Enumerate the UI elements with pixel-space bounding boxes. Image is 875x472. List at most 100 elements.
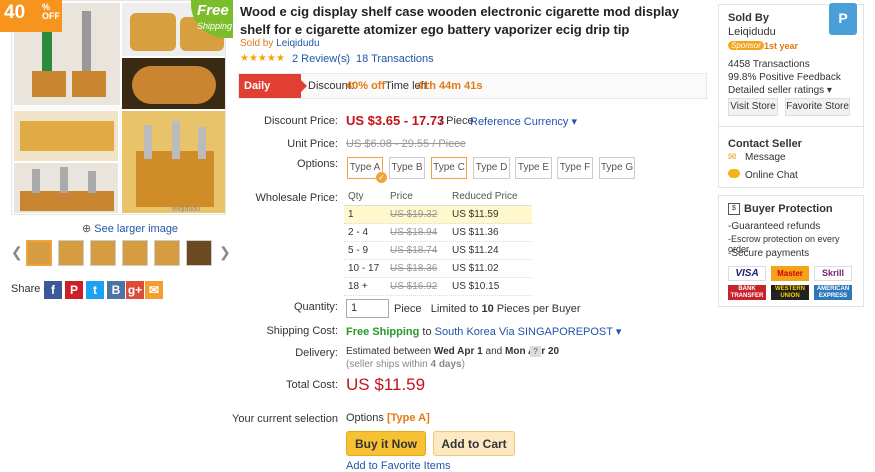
- seller-transactions: 4458 Transactions: [728, 59, 810, 70]
- thumbnail[interactable]: [154, 240, 180, 266]
- gallery-photo-6: [13, 162, 119, 214]
- gallery-photo-3: [121, 57, 225, 110]
- chat-icon: [728, 169, 740, 178]
- message-link[interactable]: Message: [745, 152, 786, 163]
- option-type-g[interactable]: Type G: [599, 157, 635, 179]
- total-cost: US $11.59: [346, 375, 426, 394]
- american-express-icon: AMERICAN EXPRESS: [814, 285, 852, 300]
- watermark: leiqidudu: [172, 206, 201, 213]
- quantity-input[interactable]: 1: [346, 299, 389, 318]
- rating-stars: ★★★★★: [240, 53, 285, 64]
- buyer-protection-heading: Buyer Protection: [744, 203, 833, 215]
- add-to-favorites-link[interactable]: Add to Favorite Items: [346, 460, 451, 472]
- divider: [719, 126, 863, 127]
- options-label: Options:: [297, 158, 338, 170]
- bank-transfer-icon: BANK TRANSFER: [728, 285, 766, 300]
- unit-price: US $6.08 - 29.55 / Piece: [346, 138, 466, 150]
- table-row: 10 - 17 US $18.36 US $11.02: [344, 260, 532, 278]
- quantity-label: Quantity:: [293, 301, 338, 313]
- badge-percent: 40: [4, 2, 26, 23]
- sold-by-heading: Sold By: [728, 12, 769, 24]
- shipping-label: Shipping: [197, 21, 233, 31]
- discount-price-label: Discount Price:: [264, 115, 338, 127]
- seller-link[interactable]: Leiqidudu: [276, 38, 319, 49]
- gallery-photo-5: [121, 110, 225, 214]
- favorite-store-button[interactable]: Favorite Store: [785, 98, 850, 116]
- delivery-estimate: Estimated between Wed Apr 1 and Mon Apr …: [346, 346, 560, 357]
- help-icon[interactable]: ?: [530, 346, 541, 357]
- price-unit: / Piece: [440, 115, 474, 127]
- contact-heading: Contact Seller: [728, 138, 802, 150]
- current-selection: Options [Type A]: [346, 412, 430, 424]
- option-type-e[interactable]: Type E: [515, 157, 552, 179]
- free-shipping-text: Free Shipping: [346, 326, 420, 338]
- thumbnail[interactable]: [26, 240, 52, 266]
- ships-within: (seller ships within 4 days): [346, 359, 465, 370]
- buy-now-button[interactable]: Buy it Now: [346, 431, 426, 456]
- thumbnail[interactable]: [58, 240, 84, 266]
- western-union-icon: WESTERN UNION: [771, 285, 809, 300]
- twitter-icon[interactable]: t: [86, 281, 104, 299]
- shipping-destination-dropdown[interactable]: South Korea Via SINGAPOREPOST ▾: [435, 326, 622, 338]
- table-row: 1 US $19.32 US $11.59: [344, 206, 532, 224]
- email-icon[interactable]: ✉: [145, 281, 163, 299]
- selected-check-icon: ✓: [376, 172, 387, 183]
- mastercard-icon: Master: [771, 266, 809, 281]
- option-type-b[interactable]: Type B: [389, 157, 425, 179]
- protection-item: -Secure payments: [728, 248, 810, 259]
- daily-deals-tag: Daily Deals: [239, 74, 307, 116]
- discount-badge: 40 % OFF: [0, 0, 62, 32]
- store-badge-icon: P: [829, 3, 857, 35]
- option-type-c[interactable]: Type C: [431, 157, 467, 179]
- daily-deals-bar: Daily Deals Discount: 40% off Time left:…: [238, 73, 707, 116]
- reference-currency-dropdown[interactable]: Reference Currency ▾: [470, 115, 577, 128]
- thumb-prev-arrow-icon[interactable]: ❮: [11, 244, 23, 261]
- zoom-icon: ⊕: [82, 223, 95, 235]
- seller-panel: Sold By P Leiqidudu Sponsor 1st year 445…: [718, 3, 864, 188]
- thumbnail[interactable]: [122, 240, 148, 266]
- table-row: 2 - 4 US $18.94 US $11.36: [344, 224, 532, 242]
- shipping-info: Free Shipping to South Korea Via SINGAPO…: [346, 326, 622, 338]
- thumbnail[interactable]: [186, 240, 212, 266]
- shield-icon: $: [728, 203, 740, 215]
- vk-icon[interactable]: B: [107, 281, 125, 299]
- table-header: Qty Price Reduced Price: [344, 188, 532, 206]
- thumb-next-arrow-icon[interactable]: ❯: [219, 244, 231, 261]
- quantity-limit: Piece Limited to 10 Pieces per Buyer: [394, 303, 581, 315]
- online-chat-link[interactable]: Online Chat: [745, 170, 798, 181]
- skrill-icon: Skrill: [814, 266, 852, 281]
- free-label: Free: [197, 2, 229, 19]
- seller-year: 1st year: [764, 41, 799, 51]
- protection-item: -Guaranteed refunds: [728, 221, 821, 232]
- option-type-f[interactable]: Type F: [557, 157, 593, 179]
- seller-feedback: 99.8% Positive Feedback: [728, 72, 841, 83]
- thumbnail[interactable]: [90, 240, 116, 266]
- option-type-d[interactable]: Type D: [473, 157, 510, 179]
- wholesale-label: Wholesale Price:: [255, 192, 338, 204]
- visa-icon: VISA: [728, 266, 766, 281]
- discount-price: US $3.65 - 17.73: [346, 113, 445, 128]
- sold-by: Sold by Leiqidudu: [240, 38, 320, 49]
- visit-store-button[interactable]: Visit Store: [728, 98, 778, 116]
- table-row: 5 - 9 US $18.74 US $11.24: [344, 242, 532, 260]
- total-label: Total Cost:: [286, 379, 338, 391]
- seller-name-link[interactable]: Leiqidudu: [728, 26, 776, 38]
- table-row: 18 + US $16.92 US $10.15: [344, 278, 532, 296]
- google-plus-icon[interactable]: g+: [126, 281, 144, 299]
- time-left-value: 41h 44m 41s: [417, 80, 483, 92]
- badge-pct-sign: % OFF: [42, 2, 60, 21]
- add-to-cart-button[interactable]: Add to Cart: [433, 431, 515, 456]
- product-image-gallery[interactable]: leiqidudu: [11, 0, 226, 215]
- seller-ratings-dropdown[interactable]: Detailed seller ratings ▾: [728, 85, 832, 96]
- pinterest-icon[interactable]: P: [65, 281, 83, 299]
- sponsor-badge: Sponsor: [728, 41, 764, 50]
- see-larger-link[interactable]: ⊕ See larger image: [82, 222, 178, 235]
- facebook-icon[interactable]: f: [44, 281, 62, 299]
- transactions-link[interactable]: 18 Transactions: [356, 53, 434, 65]
- delivery-label: Delivery:: [295, 347, 338, 359]
- reviews-link[interactable]: 2 Review(s): [292, 53, 350, 65]
- message-icon: ✉: [728, 152, 737, 163]
- current-selection-label: Your current selection: [232, 413, 338, 425]
- divider: |: [345, 53, 348, 65]
- gallery-photo-4: [13, 110, 119, 162]
